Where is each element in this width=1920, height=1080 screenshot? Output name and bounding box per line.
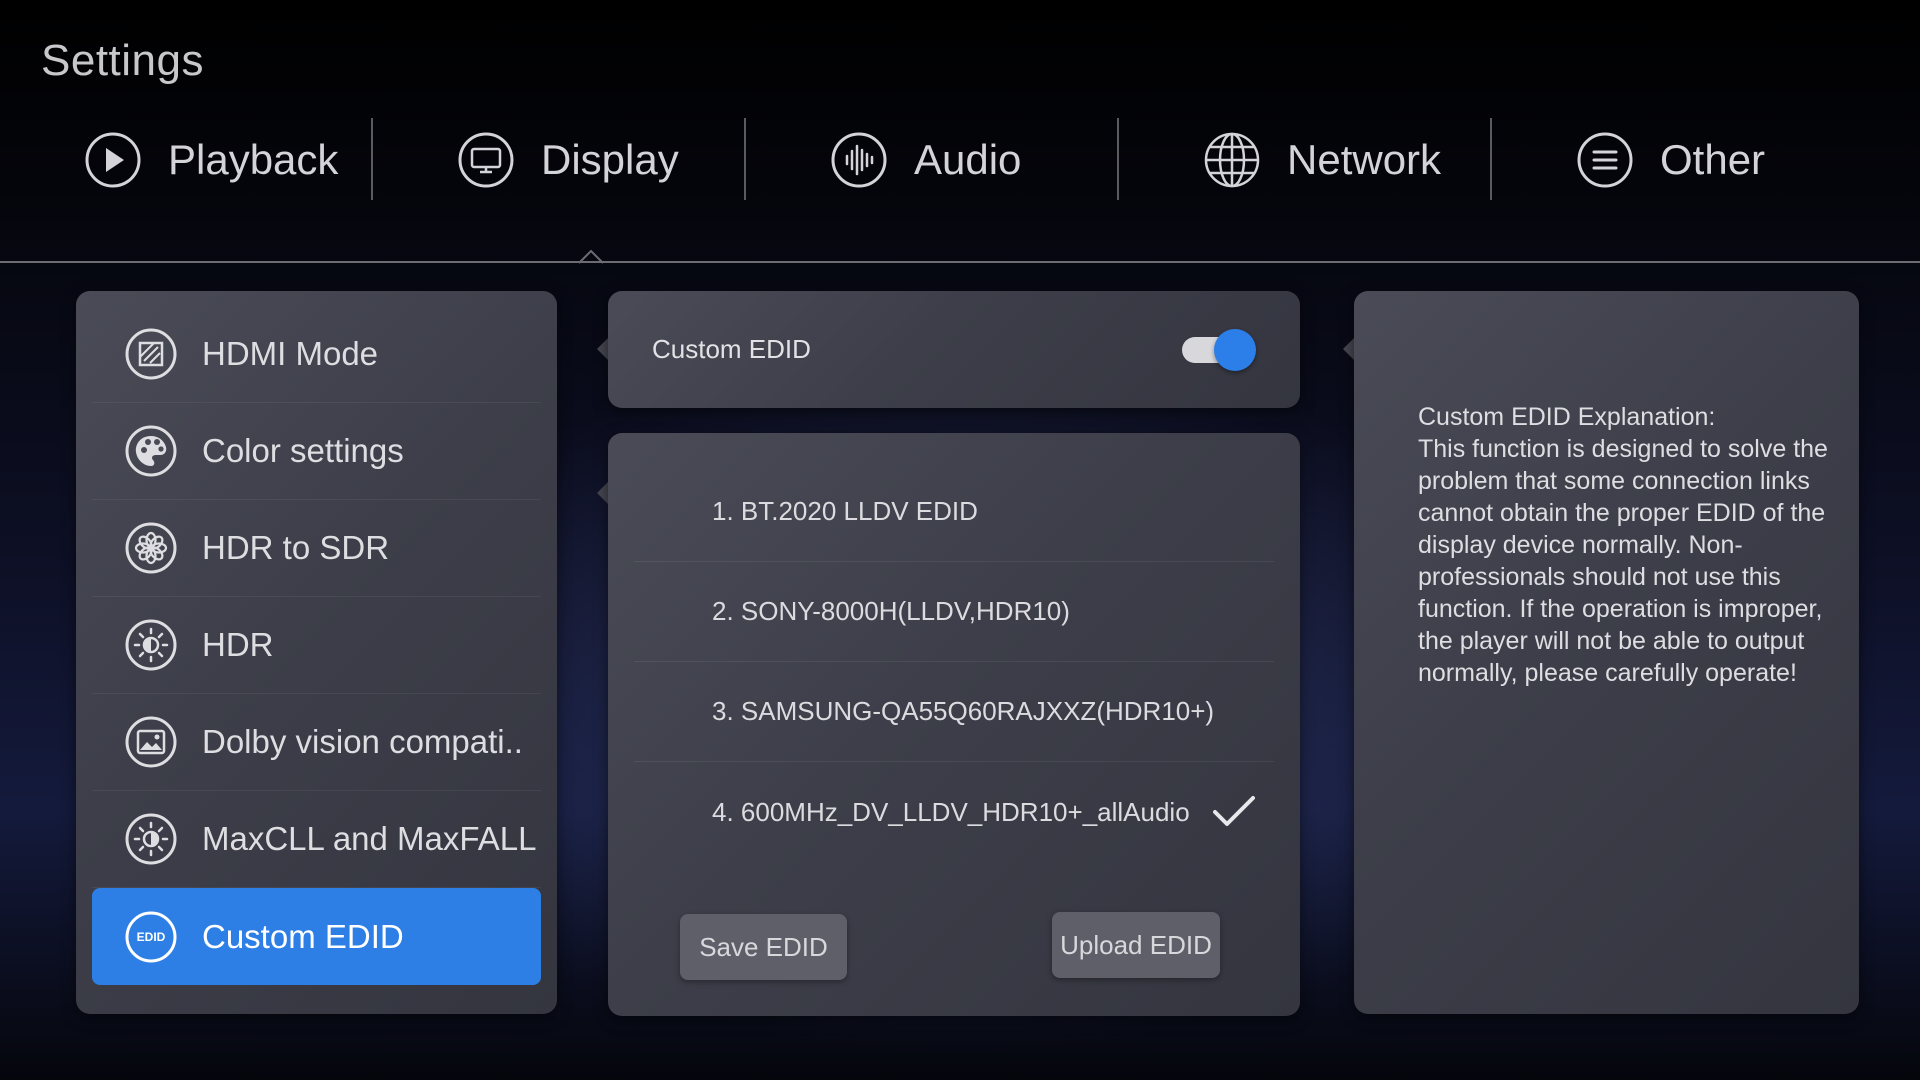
flower-icon <box>124 521 178 575</box>
custom-edid-explanation: Custom EDID Explanation: This function i… <box>1418 403 1828 687</box>
sidebar-item-label: HDR to SDR <box>202 529 390 566</box>
sidebar-item-label: Custom EDID <box>202 917 404 955</box>
top-tab-bar: Playback Display Audio Network Other <box>0 110 1920 210</box>
custom-edid-toggle-row: Custom EDID <box>608 291 1300 408</box>
tab-label: Playback <box>168 136 339 183</box>
page-title: Settings <box>41 36 204 85</box>
edid-icon: EDID <box>124 910 178 964</box>
switch-knob <box>1214 328 1256 371</box>
waveform-icon <box>830 131 888 189</box>
custom-edid-label: Custom EDID <box>652 334 811 364</box>
edid-option[interactable]: 3. SAMSUNG-QA55Q60RAJXXZ(HDR10+) <box>634 662 1274 762</box>
edid-option[interactable]: 1. BT.2020 LLDV EDID <box>634 462 1274 562</box>
save-edid-button[interactable]: Save EDID <box>680 914 847 980</box>
play-circle-icon <box>84 131 142 189</box>
menu-lines-icon <box>1576 131 1634 189</box>
palette-icon <box>124 424 178 478</box>
edid-option-label: 4. 600MHz_DV_LLDV_HDR10+_allAudio <box>712 796 1190 827</box>
tab-display[interactable]: Display <box>373 110 746 210</box>
image-frame-icon <box>124 715 178 769</box>
edid-option-label: 2. SONY-8000H(LLDV,HDR10) <box>712 596 1070 626</box>
sidebar-item-hdr-to-sdr[interactable]: HDR to SDR <box>92 500 541 597</box>
tab-underline <box>0 261 1920 263</box>
custom-edid-switch[interactable] <box>1180 327 1256 373</box>
edid-icon-text: EDID <box>137 930 166 944</box>
tab-label: Other <box>1660 136 1766 183</box>
sidebar-item-label: HDMI Mode <box>202 335 379 372</box>
sidebar-item-label: MaxCLL and MaxFALL <box>202 820 537 857</box>
sidebar-item-label: Dolby vision compati.. <box>202 723 523 760</box>
active-tab-pointer <box>578 249 604 264</box>
globe-icon <box>1203 131 1261 189</box>
sidebar-item-hdmi-mode[interactable]: HDMI Mode <box>92 306 541 403</box>
upload-edid-button[interactable]: Upload EDID <box>1052 912 1220 978</box>
edid-option-label: 3. SAMSUNG-QA55Q60RAJXXZ(HDR10+) <box>712 696 1215 726</box>
tab-other[interactable]: Other <box>1492 110 1865 210</box>
tab-label: Audio <box>914 136 1022 183</box>
edid-option-selected[interactable]: 4. 600MHz_DV_LLDV_HDR10+_allAudio <box>634 762 1274 862</box>
tab-label: Network <box>1287 136 1442 183</box>
tab-network[interactable]: Network <box>1119 110 1492 210</box>
sidebar-item-maxcll-maxfall[interactable]: MaxCLL and MaxFALL <box>92 791 541 888</box>
tab-playback[interactable]: Playback <box>0 110 373 210</box>
monitor-icon <box>457 131 515 189</box>
sun-hdr-icon <box>124 618 178 672</box>
sidebar-item-label: Color settings <box>202 432 404 469</box>
hdmi-mode-icon <box>124 327 178 381</box>
sidebar-item-label: HDR <box>202 626 274 663</box>
edid-list-panel: 1. BT.2020 LLDV EDID 2. SONY-8000H(LLDV,… <box>608 433 1300 1016</box>
explanation-panel: Custom EDID Explanation: This function i… <box>1354 291 1859 1014</box>
sidebar-item-custom-edid[interactable]: EDID Custom EDID <box>92 888 541 985</box>
edid-option-label: 1. BT.2020 LLDV EDID <box>712 496 978 526</box>
tab-audio[interactable]: Audio <box>746 110 1119 210</box>
checkmark-icon <box>1213 796 1255 826</box>
sidebar-item-dolby-vision[interactable]: Dolby vision compati.. <box>92 694 541 791</box>
brightness-icon <box>124 812 178 866</box>
edid-option[interactable]: 2. SONY-8000H(LLDV,HDR10) <box>634 562 1274 662</box>
sidebar-item-hdr[interactable]: HDR <box>92 597 541 694</box>
tab-label: Display <box>541 136 679 183</box>
sidebar-item-color-settings[interactable]: Color settings <box>92 403 541 500</box>
display-submenu: HDMI Mode Color settings HDR to SDR HDR … <box>76 291 557 1014</box>
